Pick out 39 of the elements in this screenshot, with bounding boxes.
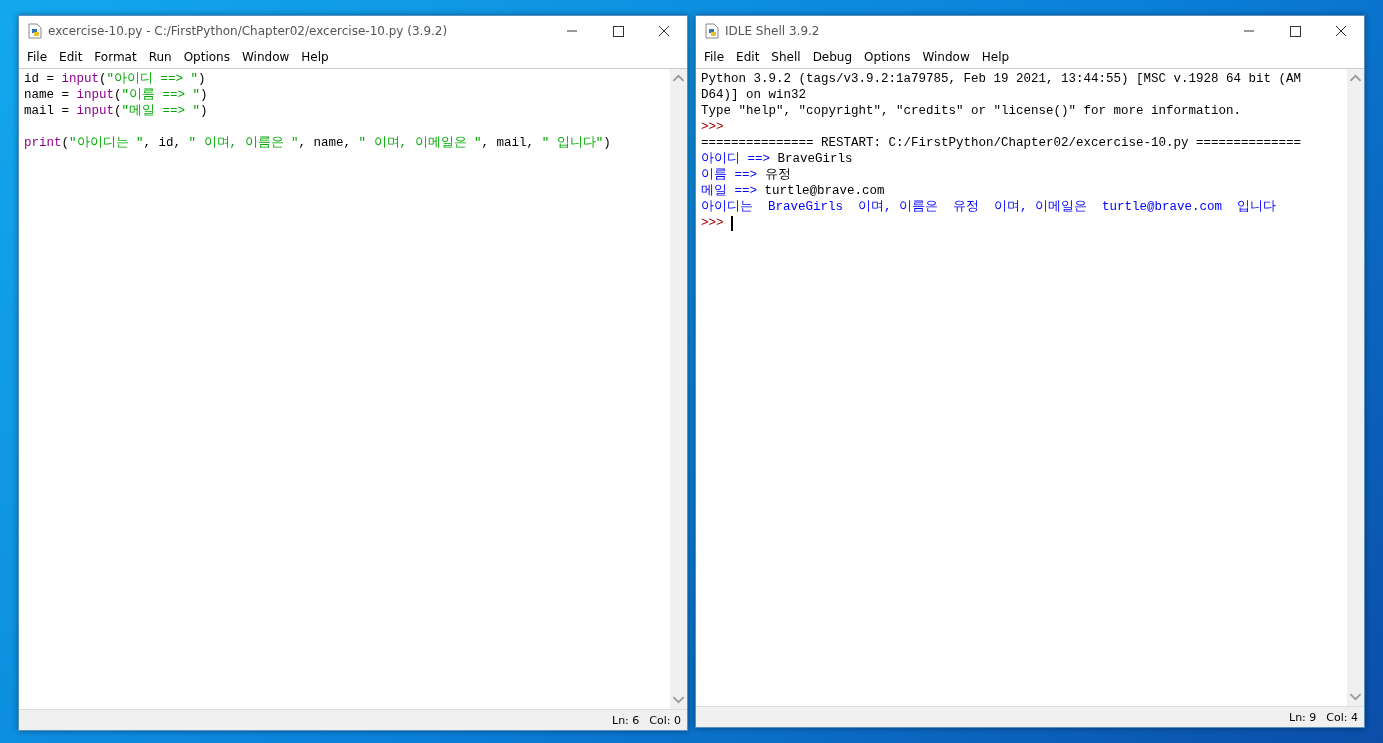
code-line: id = input("아이디 ==> ") (24, 71, 206, 87)
menu-item[interactable]: Debug (806, 50, 859, 64)
menu-item[interactable]: Help (295, 50, 335, 64)
menu-item[interactable]: File (21, 50, 54, 64)
column-number: Col: 4 (1326, 710, 1358, 724)
window-title: excercise-10.py - C:/FirstPython/Chapter02/excercise-10.py (3.9.2) (48, 24, 448, 38)
scrollbar[interactable] (1347, 69, 1364, 706)
menu-item[interactable]: Run (142, 50, 178, 64)
menu-item[interactable]: Shell (765, 50, 807, 64)
menu-item[interactable]: File (698, 50, 731, 64)
menu-item[interactable]: Edit (53, 50, 89, 64)
scrollbar[interactable] (670, 69, 687, 709)
code-line: print("아이디는 ", id, " 이며, 이름은 ", name, " 이며, 이메일은 ", mail, " 입니다") (24, 135, 611, 151)
column-number: Col: 0 (649, 713, 681, 727)
line-number: Ln: 9 (1289, 710, 1317, 724)
menu-item[interactable]: Help (975, 50, 1016, 64)
code-line: >>> (701, 215, 725, 231)
python-file-icon (704, 23, 720, 39)
python-file-icon (27, 23, 43, 39)
menu-item[interactable]: Format (88, 50, 143, 64)
code-line: 아이디 ==> BraveGirls (701, 151, 853, 167)
code-line: Type "help", "copyright", "credits" or "license()" for more information. (701, 103, 1242, 119)
menu-item[interactable]: Edit (730, 50, 766, 64)
code-line: 이름 ==> 유정 (701, 167, 791, 183)
line-number: Ln: 6 (612, 713, 640, 727)
code-line: name = input("이름 ==> ") (24, 87, 208, 103)
code-editor[interactable]: id = input("아이디 ==> ") name = input("이름 ==> ") mail = input("메일 ==> ") print("아이디는 ", id, " 이며, 이름은 ", name, " 이며, 이메일은 ", mail, " 입니다") (19, 69, 670, 709)
code-line: 아이디는 BraveGirls 이며, 이름은 유정 이며, 이메일은 turtle@brave.com 입니다 (701, 199, 1277, 215)
window-title: IDLE Shell 3.9.2 (725, 24, 820, 38)
code-line: D64)] on win32 (701, 87, 807, 103)
menu-item[interactable]: Options (858, 50, 917, 64)
code-line: Python 3.9.2 (tags/v3.9.2:1a79785, Feb 19 2021, 13:44:55) [MSC v.1928 64 bit (AM (701, 71, 1302, 87)
menu-item[interactable]: Options (177, 50, 236, 64)
code-line: >>> (701, 119, 725, 135)
code-line: mail = input("메일 ==> ") (24, 103, 208, 119)
menu-item[interactable]: Window (916, 50, 976, 64)
code-line: =============== RESTART: C:/FirstPython/Chapter02/excercise-10.py ============== (701, 135, 1302, 151)
code-line: 메일 ==> turtle@brave.com (701, 183, 885, 199)
menu-item[interactable]: Window (235, 50, 296, 64)
